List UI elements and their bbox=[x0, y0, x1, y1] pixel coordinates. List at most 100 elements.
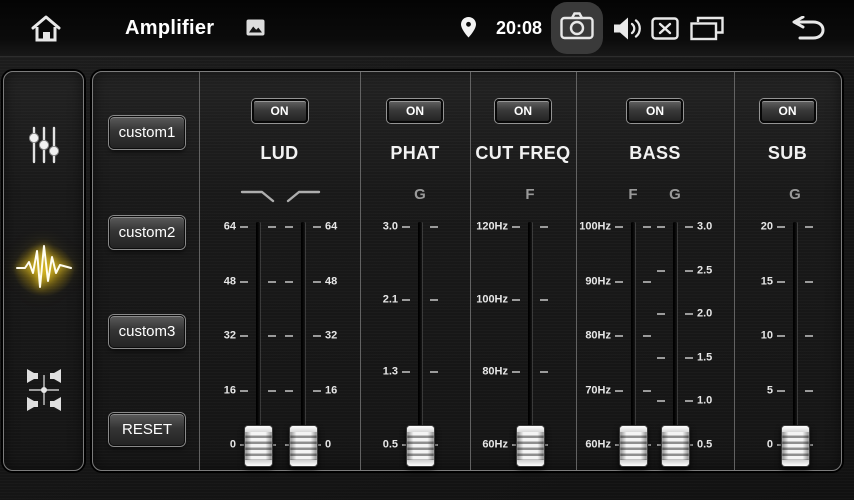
tick-mark bbox=[615, 226, 623, 228]
tick-mark bbox=[657, 400, 665, 402]
sidebar-item-equalizer[interactable] bbox=[4, 125, 83, 169]
tick-mark bbox=[805, 226, 813, 228]
tick-label: 1.3 bbox=[383, 367, 398, 378]
tick-mark bbox=[268, 226, 276, 228]
tick-label: 0.5 bbox=[383, 440, 398, 451]
tick-label: 20 bbox=[761, 222, 773, 233]
tick-label: 0 bbox=[230, 440, 236, 451]
tick-label: 48 bbox=[325, 276, 337, 287]
tick-mark bbox=[657, 313, 665, 315]
tick-mark bbox=[512, 226, 520, 228]
tick-mark bbox=[240, 281, 248, 283]
tick-mark bbox=[268, 335, 276, 337]
tick-label: 80Hz bbox=[482, 367, 508, 378]
tick-mark bbox=[430, 371, 438, 373]
amplifier-screen: Amplifier 20:08 bbox=[0, 0, 854, 500]
tick-label: 60Hz bbox=[585, 440, 611, 451]
sub-on-button[interactable]: ON bbox=[760, 99, 816, 123]
sub-fader-thumb-0[interactable] bbox=[781, 425, 810, 467]
lud-fader-track-1[interactable] bbox=[302, 222, 305, 459]
tick-mark bbox=[805, 281, 813, 283]
tick-mark bbox=[643, 281, 651, 283]
sidebar bbox=[3, 71, 84, 471]
bass-title: BASS bbox=[576, 143, 734, 164]
home-button[interactable] bbox=[30, 13, 62, 43]
lud-title: LUD bbox=[199, 143, 360, 164]
tick-mark bbox=[777, 226, 785, 228]
tick-mark bbox=[512, 299, 520, 301]
tick-mark bbox=[615, 281, 623, 283]
phat-on-button[interactable]: ON bbox=[387, 99, 443, 123]
tick-mark bbox=[285, 335, 293, 337]
lud-fader-thumb-0[interactable] bbox=[244, 425, 273, 467]
tick-mark bbox=[240, 390, 248, 392]
bass-fader-track-0[interactable] bbox=[632, 222, 635, 459]
speaker-balance-icon bbox=[22, 367, 66, 418]
tick-mark bbox=[402, 371, 410, 373]
volume-button[interactable] bbox=[612, 15, 643, 42]
tick-mark bbox=[615, 335, 623, 337]
tick-mark bbox=[777, 281, 785, 283]
tick-mark bbox=[285, 390, 293, 392]
tick-label: 120Hz bbox=[476, 222, 508, 233]
amplifier-panel: custom1custom2custom3RESETONLUD644832160… bbox=[92, 71, 842, 471]
preset-button-custom2[interactable]: custom2 bbox=[109, 216, 185, 249]
cutfreq-fader-track-0[interactable] bbox=[529, 222, 532, 459]
sidebar-item-speaker-balance[interactable] bbox=[4, 368, 83, 416]
tick-mark bbox=[657, 357, 665, 359]
gallery-icon bbox=[246, 19, 265, 36]
tick-mark bbox=[268, 390, 276, 392]
bass-on-button[interactable]: ON bbox=[627, 99, 683, 123]
tick-label: 16 bbox=[224, 385, 236, 396]
page-title: Amplifier bbox=[125, 0, 214, 56]
phat-fader-thumb-0[interactable] bbox=[406, 425, 435, 467]
lud-fader-thumb-1[interactable] bbox=[289, 425, 318, 467]
tick-mark bbox=[240, 335, 248, 337]
tick-mark bbox=[685, 313, 693, 315]
tick-mark bbox=[285, 281, 293, 283]
camera-icon bbox=[560, 12, 594, 45]
tick-mark bbox=[685, 270, 693, 272]
bass-fader-thumb-0[interactable] bbox=[619, 425, 648, 467]
tick-label: 3.0 bbox=[697, 222, 712, 233]
tick-mark bbox=[643, 335, 651, 337]
tick-mark bbox=[313, 281, 321, 283]
tick-label: 32 bbox=[224, 331, 236, 342]
tick-mark bbox=[643, 390, 651, 392]
equalizer-sliders-icon bbox=[26, 125, 62, 170]
tick-label: 15 bbox=[761, 276, 773, 287]
tick-mark bbox=[313, 390, 321, 392]
tick-label: 3.0 bbox=[383, 222, 398, 233]
tick-mark bbox=[540, 226, 548, 228]
lud-fader-track-0[interactable] bbox=[257, 222, 260, 459]
screenshot-button[interactable] bbox=[551, 2, 603, 54]
preset-button-reset[interactable]: RESET bbox=[109, 413, 185, 446]
shelf-down-curve-icon bbox=[240, 188, 276, 204]
cutfreq-on-button[interactable]: ON bbox=[495, 99, 551, 123]
recent-apps-button[interactable] bbox=[690, 16, 724, 41]
tick-mark bbox=[540, 299, 548, 301]
gallery-button[interactable] bbox=[246, 19, 265, 36]
recent-apps-icon bbox=[690, 16, 724, 41]
tick-label: 0.5 bbox=[697, 440, 712, 451]
tick-label: 80Hz bbox=[585, 331, 611, 342]
preset-button-custom1[interactable]: custom1 bbox=[109, 116, 185, 149]
tick-mark bbox=[268, 281, 276, 283]
lud-on-button[interactable]: ON bbox=[252, 99, 308, 123]
location-pin-icon bbox=[461, 17, 476, 38]
sub-fader-track-0[interactable] bbox=[794, 222, 797, 459]
bass-fader-thumb-1[interactable] bbox=[661, 425, 690, 467]
shelf-up-curve-icon bbox=[285, 188, 321, 204]
tick-mark bbox=[313, 335, 321, 337]
sidebar-item-sound-effects[interactable] bbox=[4, 238, 83, 302]
close-app-button[interactable] bbox=[651, 17, 679, 40]
cutfreq-fader-thumb-0[interactable] bbox=[516, 425, 545, 467]
bass-fader-track-1[interactable] bbox=[674, 222, 677, 459]
preset-button-custom3[interactable]: custom3 bbox=[109, 315, 185, 348]
tick-label: 32 bbox=[325, 331, 337, 342]
tick-mark bbox=[657, 226, 665, 228]
back-button[interactable] bbox=[786, 16, 826, 41]
clock: 20:08 bbox=[496, 0, 542, 56]
sub-title: SUB bbox=[734, 143, 841, 164]
phat-fader-track-0[interactable] bbox=[419, 222, 422, 459]
